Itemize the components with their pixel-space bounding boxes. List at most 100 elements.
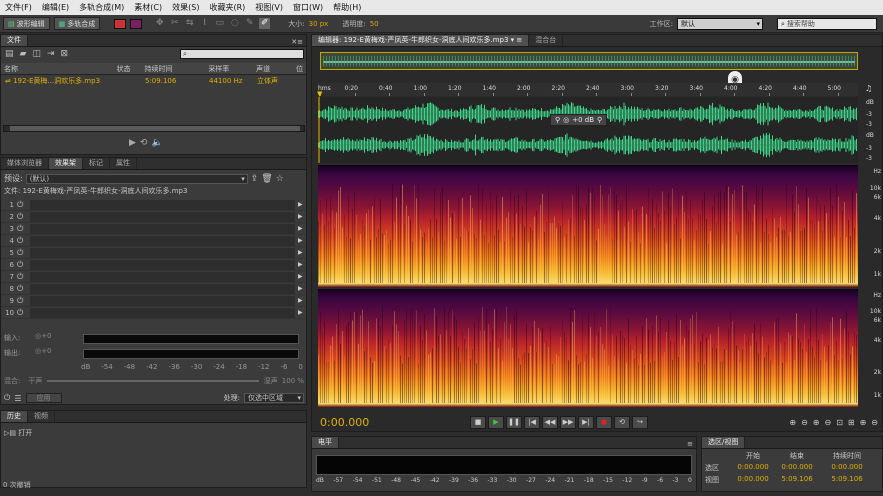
spectral-display-channel-2[interactable]: [318, 289, 858, 407]
tab-selection-view[interactable]: 选区/视图: [702, 437, 746, 448]
power-icon[interactable]: ⏻: [17, 200, 27, 210]
play-button[interactable]: ▶: [488, 415, 504, 429]
pause-button[interactable]: ❚❚: [506, 415, 522, 429]
delete-preset-icon[interactable]: 🗑: [261, 174, 272, 184]
effect-slot-select[interactable]: [30, 211, 295, 222]
menu-item-0[interactable]: 文件(F): [0, 2, 37, 13]
mix-value[interactable]: 100 %: [282, 377, 304, 385]
brush-tool-icon[interactable]: ✎: [244, 18, 255, 29]
col-status[interactable]: 状态: [117, 63, 145, 74]
spot-healing-tool-icon[interactable]: ✐: [259, 18, 271, 29]
input-db-value[interactable]: +0: [41, 332, 51, 340]
fast-forward-button[interactable]: ▶▶: [560, 415, 576, 429]
selection-duration[interactable]: 0:00.000: [819, 463, 875, 473]
search-help-field[interactable]: ⌕ 搜索帮助: [777, 17, 877, 30]
tab-effects-1[interactable]: 效果架: [49, 158, 83, 169]
delete-icon[interactable]: ⊠: [61, 49, 69, 59]
effect-slot[interactable]: 6 ⏻ ▶: [1, 259, 306, 271]
effect-slot-select[interactable]: [30, 199, 295, 210]
tab-files[interactable]: 文件: [1, 35, 28, 46]
effect-slot[interactable]: 10 ⏻ ▶: [1, 307, 306, 319]
insert-multitrack-icon[interactable]: ⇥: [47, 49, 55, 59]
rewind-button[interactable]: ◀◀: [542, 415, 558, 429]
files-scrollbar[interactable]: [3, 125, 305, 132]
effect-slot[interactable]: 7 ⏻ ▶: [1, 271, 306, 283]
overview-waveform[interactable]: [320, 52, 858, 70]
close-icon[interactable]: ✕≡: [291, 38, 306, 46]
effect-slot-select[interactable]: [30, 295, 295, 306]
go-to-start-button[interactable]: |◀: [524, 415, 540, 429]
zoom-in-point-icon[interactable]: ⊕: [860, 418, 867, 427]
tab-effects-3[interactable]: 属性: [110, 158, 137, 169]
zoom-in-amplitude-icon[interactable]: ⊕: [789, 418, 796, 427]
import-file-icon[interactable]: ▤: [5, 49, 14, 59]
power-icon[interactable]: ⏻: [17, 236, 27, 246]
chevron-right-icon[interactable]: ▶: [298, 261, 306, 268]
zoom-out-time-icon[interactable]: ⊖: [824, 418, 831, 427]
chevron-right-icon[interactable]: ▶: [298, 225, 306, 232]
power-icon[interactable]: ⏻: [17, 272, 27, 282]
effect-slot-select[interactable]: [30, 271, 295, 282]
power-icon[interactable]: ⏻: [17, 284, 27, 294]
open-folder-icon[interactable]: ▰: [20, 49, 27, 59]
spectral-display-channel-1[interactable]: [318, 165, 858, 287]
menu-item-3[interactable]: 素材(C): [129, 2, 167, 13]
effect-slot[interactable]: 9 ⏻ ▶: [1, 295, 306, 307]
loop-preview-icon[interactable]: ⟲: [140, 138, 148, 148]
waveform-display[interactable]: ⚲ ◎ +0 dB ⚲: [317, 97, 858, 163]
history-item[interactable]: ▷▤ 打开: [1, 427, 306, 439]
effect-slot-select[interactable]: [30, 223, 295, 234]
preset-select[interactable]: (默认) ▾: [25, 173, 248, 184]
view-duration[interactable]: 5:09.106: [819, 475, 875, 485]
output-db-value[interactable]: +0: [41, 347, 51, 355]
chevron-right-icon[interactable]: ▶: [298, 237, 306, 244]
workspace-select[interactable]: 默认 ▾: [677, 17, 763, 30]
effect-slot[interactable]: 1 ⏻ ▶: [1, 199, 306, 211]
chevron-right-icon[interactable]: ▶: [298, 213, 306, 220]
col-sample-rate[interactable]: 采样率: [208, 63, 256, 74]
apply-button[interactable]: 应用: [25, 393, 62, 403]
menu-item-7[interactable]: 窗口(W): [288, 2, 328, 13]
headphone-icon[interactable]: ♫: [865, 84, 872, 93]
stop-button[interactable]: ■: [470, 415, 486, 429]
tab-level[interactable]: 电平: [312, 437, 339, 448]
tab-video[interactable]: 视频: [28, 411, 55, 422]
waveform-view-icon[interactable]: [114, 18, 127, 29]
tab-history[interactable]: 历史: [1, 411, 28, 422]
view-start[interactable]: 0:00.000: [731, 475, 775, 485]
effect-slot-select[interactable]: [30, 235, 295, 246]
menu-item-4[interactable]: 效果(S): [167, 2, 204, 13]
zoom-out-point-icon[interactable]: ⊖: [871, 418, 878, 427]
process-select[interactable]: 仅选中区域 ▾: [244, 393, 304, 403]
tab-effects-0[interactable]: 媒体浏览器: [1, 158, 49, 169]
current-time-display[interactable]: 0:00.000: [320, 416, 470, 429]
col-duration[interactable]: 持续时间: [145, 63, 209, 74]
lasso-tool-icon[interactable]: ◌: [229, 18, 240, 29]
effect-slot[interactable]: 4 ⏻ ▶: [1, 235, 306, 247]
tab-effects-2[interactable]: 标记: [83, 158, 110, 169]
mix-slider[interactable]: [47, 380, 259, 382]
list-icon[interactable]: ☰: [14, 394, 21, 403]
chevron-right-icon[interactable]: ▶: [298, 201, 306, 208]
power-icon[interactable]: ⏻: [17, 248, 27, 258]
spectral-view-icon[interactable]: [130, 18, 143, 29]
chevron-right-icon[interactable]: ▶: [298, 297, 306, 304]
skip-button[interactable]: ↪: [632, 415, 648, 429]
new-file-icon[interactable]: ◫: [32, 49, 41, 59]
razor-tool-icon[interactable]: ✂: [169, 18, 180, 29]
menu-item-8[interactable]: 帮助(H): [328, 2, 366, 13]
autoplay-icon[interactable]: 🔈: [151, 138, 162, 148]
selection-start[interactable]: 0:00.000: [731, 463, 775, 473]
zoom-out-amplitude-icon[interactable]: ⊖: [801, 418, 808, 427]
chevron-right-icon[interactable]: ▶: [298, 249, 306, 256]
col-bits[interactable]: 位: [296, 63, 306, 74]
multitrack-mode-button[interactable]: ▦ 多轨合成: [53, 17, 101, 30]
power-toggle-icon[interactable]: ⏻: [4, 393, 10, 403]
power-icon[interactable]: ⏻: [17, 224, 27, 234]
tab-mixer[interactable]: 混合台: [529, 35, 564, 46]
move-tool-icon[interactable]: ✥: [154, 18, 165, 29]
waveform-mode-button[interactable]: ▤ 波形编辑: [3, 17, 50, 30]
go-to-end-button[interactable]: ▶|: [578, 415, 594, 429]
panel-menu-icon[interactable]: ≡: [687, 440, 696, 448]
marquee-tool-icon[interactable]: ▭: [214, 18, 225, 29]
